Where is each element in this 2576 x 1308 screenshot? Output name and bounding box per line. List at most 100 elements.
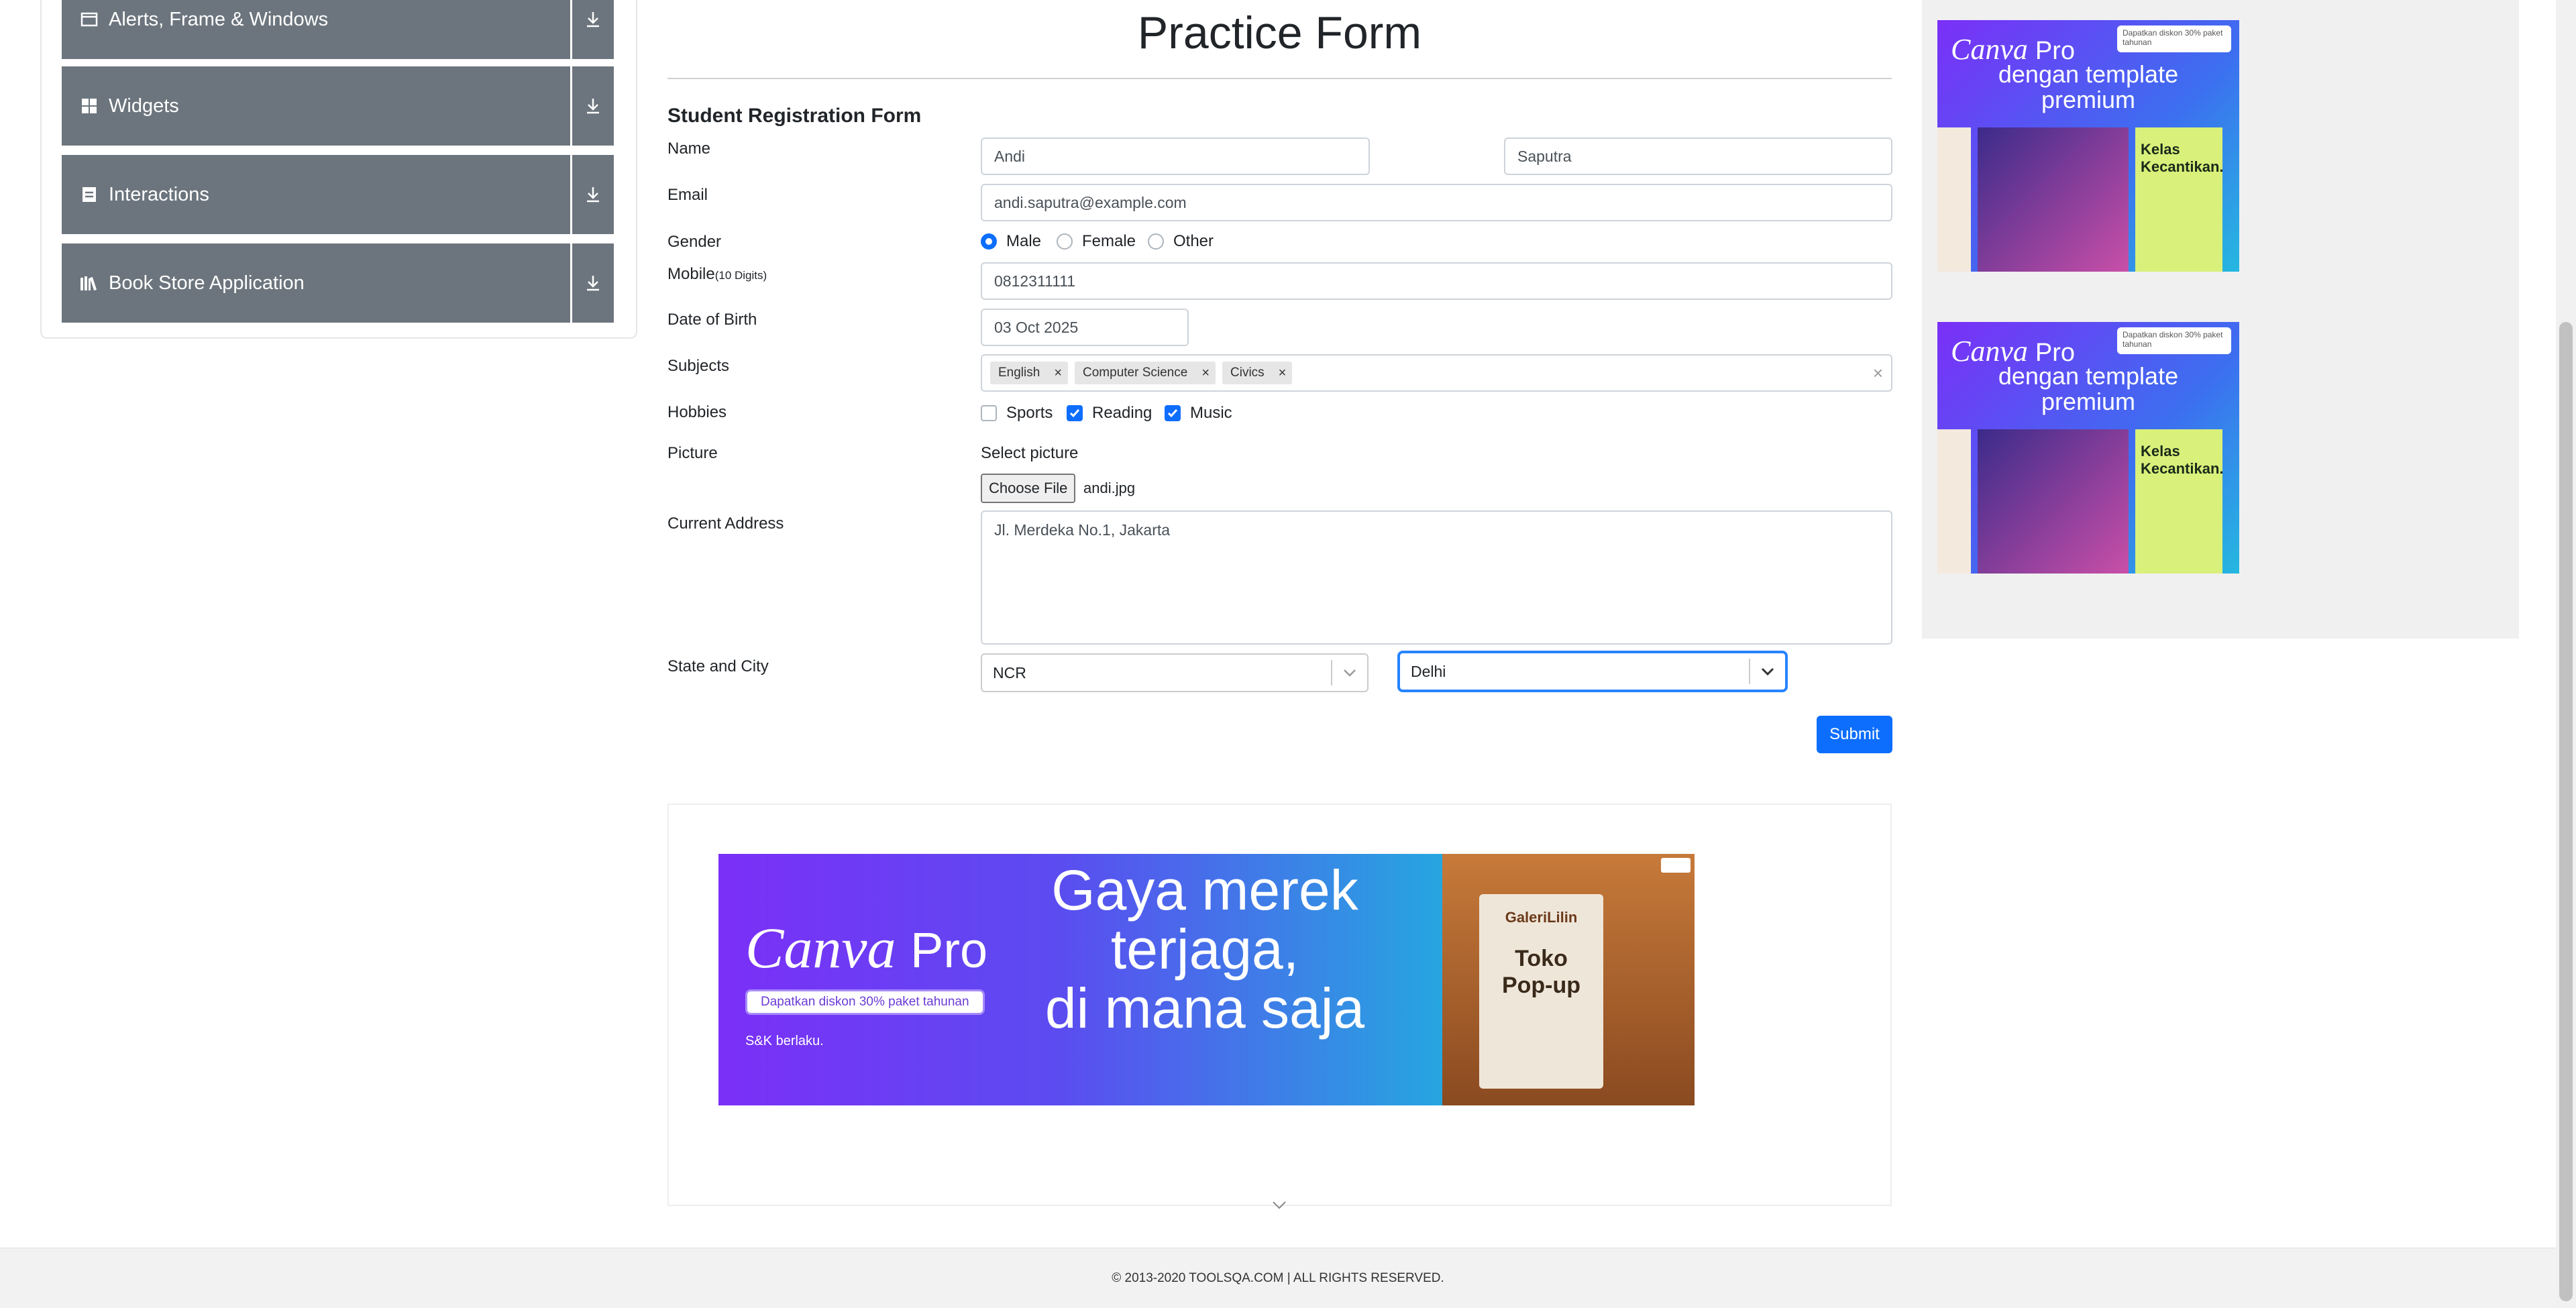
ad-shop-name: GaleriLilin (1505, 909, 1578, 926)
city-value: Delhi (1411, 662, 1446, 680)
dob-label: Date of Birth (667, 311, 757, 329)
side-ad-photo-left (1937, 429, 1971, 574)
sidebar-group-alerts[interactable]: Alerts, Frame & Windows (62, 0, 614, 59)
sidebar-group-widgets[interactable]: Widgets (62, 66, 614, 146)
scrollbar-thumb[interactable] (2559, 322, 2573, 1301)
side-ad-text: dengan template premium (1937, 364, 2239, 415)
hobby-checkbox-music[interactable]: Music (1165, 404, 1232, 423)
ad-headline-line: di mana saja (1044, 977, 1365, 1040)
side-ad-promo: Dapatkan diskon 30% paket tahunan (2117, 327, 2231, 354)
file-name: andi.jpg (1083, 480, 1136, 496)
remove-icon[interactable]: × (1273, 366, 1293, 381)
checkbox-label: Reading (1092, 404, 1152, 422)
subject-chip-label: Computer Science (1083, 366, 1188, 380)
radio-label: Other (1173, 232, 1214, 250)
ad-terms: S&K berlaku. (745, 1034, 824, 1048)
sidebar-group-label: Book Store Application (109, 272, 305, 294)
radio-icon (1148, 233, 1164, 250)
sidebar-group-interactions[interactable]: Interactions (62, 155, 614, 234)
clear-icon[interactable]: × (1873, 363, 1883, 384)
gender-radio-other[interactable]: Other (1148, 232, 1214, 251)
form-title: Student Registration Form (667, 105, 922, 127)
state-select[interactable]: NCR (981, 653, 1368, 692)
mobile-label: Mobile(10 Digits) (667, 265, 767, 284)
state-city-label: State and City (667, 657, 769, 675)
download-icon[interactable] (570, 66, 614, 146)
side-ad-1[interactable]: Canva Pro dengan template premium Dapatka… (1937, 20, 2239, 272)
name-label: Name (667, 140, 711, 158)
radio-label: Male (1006, 232, 1042, 250)
first-name-input[interactable]: Andi (981, 138, 1370, 175)
dob-input[interactable]: 03 Oct 2025 (981, 309, 1189, 346)
select-picture-label: Select picture (981, 444, 1079, 462)
gender-radio-female[interactable]: Female (1057, 232, 1136, 251)
subject-chip: English × (990, 362, 1069, 384)
ad-card-text: Toko Pop-up (1479, 945, 1603, 999)
ad-banner[interactable]: Canva Pro Dapatkan diskon 30% paket tahu… (718, 854, 1695, 1105)
footer: © 2013-2020 TOOLSQA.COM | ALL RIGHTS RES… (0, 1248, 2556, 1308)
side-ad-line: premium (2041, 86, 2136, 113)
side-ad-card: Kelas Kecantikan. (2135, 429, 2224, 574)
interactions-icon (79, 184, 99, 205)
checkbox-label: Music (1190, 404, 1232, 422)
ad-card: GaleriLilin Toko Pop-up (1479, 894, 1603, 1089)
checkbox-icon (981, 405, 997, 421)
ad-headline-line: Gaya merek (1051, 859, 1358, 922)
city-select[interactable]: Delhi (1399, 652, 1786, 691)
download-icon[interactable] (570, 243, 614, 323)
sidebar-group-label: Widgets (109, 95, 179, 117)
download-icon[interactable] (570, 0, 614, 59)
mobile-hint: (10 Digits) (714, 269, 767, 282)
divider (667, 78, 1892, 79)
remove-icon[interactable]: × (1048, 366, 1068, 381)
grid-icon (79, 96, 99, 116)
side-ad-text: dengan template premium (1937, 62, 2239, 113)
chevron-down-icon[interactable] (1750, 667, 1785, 675)
submit-button[interactable]: Submit (1817, 716, 1892, 753)
sidebar-group-book-store[interactable]: Book Store Application (62, 243, 614, 323)
checkbox-icon (1067, 405, 1083, 421)
ad-headline: Gaya merek terjaga, di mana saja (1034, 861, 1376, 1038)
gender-label: Gender (667, 233, 722, 251)
side-ad-photo-center (1978, 127, 2129, 272)
hobby-checkbox-sports[interactable]: Sports (981, 404, 1053, 423)
ad-photo: GaleriLilin Toko Pop-up (1442, 854, 1695, 1105)
hobby-checkbox-reading[interactable]: Reading (1067, 404, 1152, 423)
books-icon (79, 273, 99, 293)
ad-card-line: Toko (1515, 946, 1568, 971)
radio-icon (1057, 233, 1073, 250)
mobile-input[interactable]: 0812311111 (981, 262, 1892, 300)
side-ad-promo: Dapatkan diskon 30% paket tahunan (2117, 25, 2231, 52)
sidebar-group-label: Interactions (109, 183, 209, 205)
side-ad-line: premium (2041, 388, 2136, 415)
subjects-input[interactable]: English × Computer Science × Civics × × (981, 354, 1892, 392)
side-ad-card: Kelas Kecantikan. (2135, 127, 2224, 272)
download-icon[interactable] (570, 155, 614, 234)
address-textarea[interactable]: Jl. Merdeka No.1, Jakarta (981, 510, 1892, 645)
ad-headline-line: terjaga, (1110, 918, 1299, 981)
ad-brand-suffix: Pro (910, 922, 988, 978)
choose-file-button[interactable]: Choose File (981, 474, 1076, 503)
side-ad-2[interactable]: Canva Pro dengan template premium Dapatka… (1937, 322, 2239, 574)
checkbox-icon (1165, 405, 1181, 421)
radio-label: Female (1082, 232, 1136, 250)
gender-radio-male[interactable]: Male (981, 232, 1041, 251)
subject-chip: Civics × (1222, 362, 1293, 384)
ad-info-icon[interactable] (1661, 858, 1690, 873)
sidebar-group-label: Alerts, Frame & Windows (109, 8, 329, 30)
mobile-label-text: Mobile (667, 265, 715, 283)
ad-brand: Canva Pro (745, 914, 987, 981)
radio-icon (981, 233, 997, 250)
side-ad-photo-center (1978, 429, 2129, 574)
subject-chip: Computer Science × (1075, 362, 1216, 384)
email-input[interactable]: andi.saputra@example.com (981, 184, 1892, 221)
chevron-down-icon[interactable] (1272, 1201, 1287, 1213)
remove-icon[interactable]: × (1195, 366, 1216, 381)
checkbox-label: Sports (1006, 404, 1053, 422)
chevron-down-icon[interactable] (1332, 669, 1367, 677)
last-name-input[interactable]: Saputra (1504, 138, 1892, 175)
email-label: Email (667, 186, 708, 204)
subjects-label: Subjects (667, 357, 730, 375)
subject-chip-label: English (998, 366, 1040, 380)
side-ad-line: dengan template (1998, 362, 2179, 390)
